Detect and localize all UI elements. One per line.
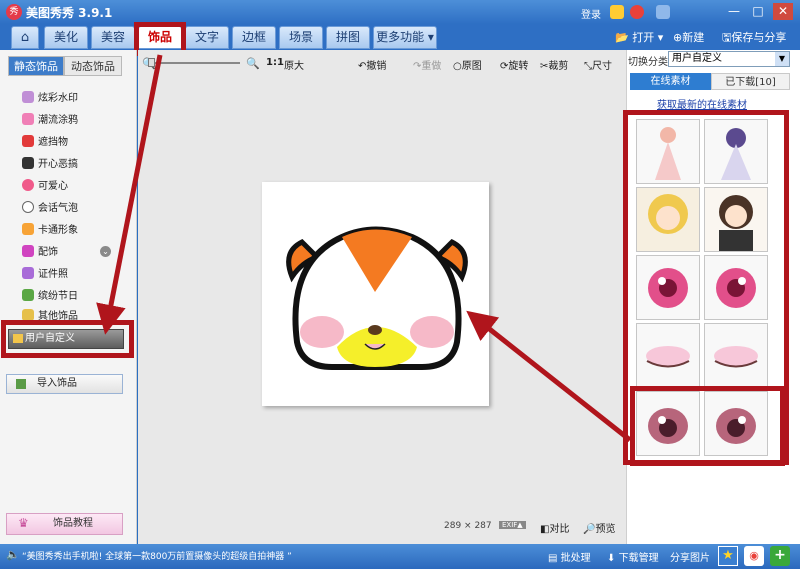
status-message[interactable]: “美图秀秀出手机啦! 全球第一款800万前置摄像头的超级自拍神器 ” bbox=[22, 549, 292, 562]
download-manager-button[interactable]: ⬇ 下载管理 bbox=[607, 549, 659, 564]
download-icon: ⬇ bbox=[607, 553, 616, 564]
download-label: 下载管理 bbox=[618, 553, 659, 564]
speaker-icon[interactable]: 🔈 bbox=[6, 548, 20, 561]
annotation-arrows bbox=[96, 54, 632, 442]
weibo-share-icon[interactable]: ◉ bbox=[744, 546, 764, 566]
star-icon[interactable]: ★ bbox=[718, 546, 738, 566]
batch-label: 批处理 bbox=[560, 553, 591, 564]
add-share-icon[interactable]: + bbox=[770, 546, 790, 566]
batch-process-button[interactable]: ▤ 批处理 bbox=[548, 549, 591, 564]
share-image-label: 分享图片 bbox=[670, 553, 710, 564]
batch-icon: ▤ bbox=[548, 553, 558, 564]
